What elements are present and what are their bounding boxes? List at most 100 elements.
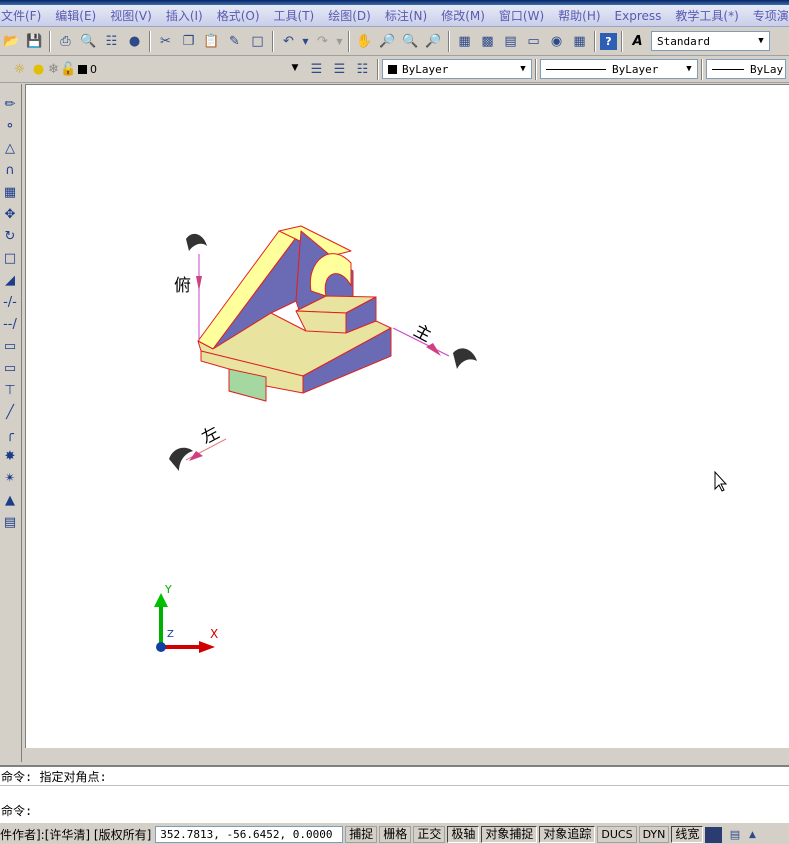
layer-select[interactable]: 0 ▼ xyxy=(90,59,303,79)
stretch-icon[interactable]: ◢ xyxy=(0,270,20,290)
sun-icon[interactable]: ● xyxy=(32,59,45,80)
properties-icon[interactable]: ▦ xyxy=(454,31,475,52)
menu-format[interactable]: 格式(O) xyxy=(210,6,267,26)
menu-special-demo[interactable]: 专项演示( xyxy=(746,6,789,26)
lock-icon[interactable]: 🔓 xyxy=(60,59,76,80)
layer-previous-icon[interactable]: ☷ xyxy=(352,59,373,80)
3d-dwf-icon[interactable]: ● xyxy=(124,31,145,52)
calculator-icon[interactable]: ▦ xyxy=(569,31,590,52)
tool-palettes-icon[interactable]: ▤ xyxy=(500,31,521,52)
ducs-toggle[interactable]: DUCS xyxy=(597,826,637,843)
chamfer-icon[interactable]: ╱ xyxy=(0,402,20,422)
undo-dropdown-icon[interactable]: ▼ xyxy=(301,31,310,52)
status-menu-icon[interactable]: ▲ xyxy=(747,825,757,844)
print-preview-icon[interactable]: 🔍 xyxy=(78,31,99,52)
zoom-window-icon[interactable]: 🔍 xyxy=(400,31,421,52)
drawing-canvas[interactable]: 俯 主 左 Y X Z xyxy=(25,84,789,748)
menu-express[interactable]: Express xyxy=(608,6,669,26)
redo-icon[interactable]: ↷ xyxy=(312,31,333,52)
copy-icon[interactable]: ❐ xyxy=(178,31,199,52)
modify-toolbar: ✏ ⚬ △ ∩ ▦ ✥ ↻ □ ◢ -/- --/ ▭ ▭ ⊤ ╱ ╭ ✸ ✴ … xyxy=(0,84,22,762)
menu-window[interactable]: 窗口(W) xyxy=(492,6,551,26)
color-select[interactable]: ByLayer ▼ xyxy=(382,59,532,79)
block-editor-icon[interactable]: □ xyxy=(247,31,268,52)
scale-icon[interactable]: □ xyxy=(0,248,20,268)
separator xyxy=(701,58,703,80)
explode-icon[interactable]: ✸ xyxy=(0,446,20,466)
help-icon[interactable]: ? xyxy=(600,32,617,50)
make-current-layer-icon[interactable]: ☰ xyxy=(306,59,327,80)
copy-object-icon[interactable]: ⚬ xyxy=(0,116,20,136)
offset-icon[interactable]: ∩ xyxy=(0,160,20,180)
otrack-toggle[interactable]: 对象追踪 xyxy=(539,826,596,843)
join-icon[interactable]: ⊤ xyxy=(0,380,20,400)
lineweight-toggle[interactable]: 线宽 xyxy=(671,826,704,843)
trim-icon[interactable]: -/- xyxy=(0,292,20,312)
rotate-icon[interactable]: ↻ xyxy=(0,226,20,246)
layer-manager-icon[interactable]: ☰ xyxy=(329,59,350,80)
light-bulb-icon[interactable]: ☼ xyxy=(9,59,30,80)
snap-toggle[interactable]: 捕捉 xyxy=(345,826,378,843)
text-style-icon[interactable]: A xyxy=(627,31,648,52)
cut-icon[interactable]: ✂ xyxy=(155,31,176,52)
freeze-vp-icon[interactable]: ❄ xyxy=(47,59,60,80)
sheet-set-icon[interactable]: ▭ xyxy=(523,31,544,52)
break-icon[interactable]: ▭ xyxy=(0,358,20,378)
stack-icon[interactable]: ▤ xyxy=(0,512,20,532)
explode-star-icon[interactable]: ✴ xyxy=(0,468,20,488)
menu-modify[interactable]: 修改(M) xyxy=(434,6,492,26)
extend-icon[interactable]: --/ xyxy=(0,314,20,334)
break-at-point-icon[interactable]: ▭ xyxy=(0,336,20,356)
match-properties-icon[interactable]: ✎ xyxy=(224,31,245,52)
save-icon[interactable]: 💾 xyxy=(24,31,45,52)
open-icon[interactable]: 📂 xyxy=(1,31,22,52)
zoom-realtime-icon[interactable]: 🔎 xyxy=(377,31,398,52)
fillet-icon[interactable]: ╭ xyxy=(0,424,20,444)
dyn-toggle[interactable]: DYN xyxy=(638,826,670,843)
paint-icon[interactable]: ▲ xyxy=(0,490,20,510)
lineweight-select[interactable]: ByLay xyxy=(706,59,786,79)
menu-help[interactable]: 帮助(H) xyxy=(551,6,607,26)
mouse-cursor-icon xyxy=(714,470,728,492)
grid-toggle[interactable]: 栅格 xyxy=(379,826,412,843)
text-style-select[interactable]: Standard ▼ xyxy=(651,31,770,51)
menu-draw[interactable]: 绘图(D) xyxy=(321,6,378,26)
command-window[interactable]: 命令: 指定对角点: 命令: xyxy=(0,765,789,823)
publish-icon[interactable]: ☷ xyxy=(101,31,122,52)
standard-toolbar: 📂 💾 ⎙ 🔍 ☷ ● ✂ ❐ 📋 ✎ □ ↶ ▼ ↷ ▼ ✋ 🔎 🔍 🔎 ▦ … xyxy=(0,27,789,56)
linetype-select[interactable]: ByLayer ▼ xyxy=(540,59,698,79)
zoom-previous-icon[interactable]: 🔎 xyxy=(423,31,444,52)
chevron-down-icon[interactable]: ▼ xyxy=(681,60,697,78)
tray-settings-icon[interactable]: ▤ xyxy=(724,825,745,844)
array-icon[interactable]: ▦ xyxy=(0,182,20,202)
lineweight-value: ByLay xyxy=(750,62,784,76)
command-input-line[interactable]: 命令: xyxy=(0,802,789,820)
mirror-icon[interactable]: △ xyxy=(0,138,20,158)
model-space-icon[interactable] xyxy=(705,826,723,843)
markup-icon[interactable]: ◉ xyxy=(546,31,567,52)
menu-edit[interactable]: 编辑(E) xyxy=(48,6,103,26)
move-icon[interactable]: ✥ xyxy=(0,204,20,224)
ortho-toggle[interactable]: 正交 xyxy=(413,826,446,843)
menu-view[interactable]: 视图(V) xyxy=(103,6,159,26)
menu-insert[interactable]: 插入(I) xyxy=(159,6,210,26)
chevron-down-icon[interactable]: ▼ xyxy=(753,32,769,50)
chevron-down-icon[interactable]: ▼ xyxy=(287,59,303,77)
pan-icon[interactable]: ✋ xyxy=(354,31,375,52)
menu-tools[interactable]: 工具(T) xyxy=(267,6,322,26)
chevron-down-icon[interactable]: ▼ xyxy=(515,60,531,78)
coordinate-readout[interactable]: 352.7813, -56.6452, 0.0000 xyxy=(155,826,344,843)
menu-file[interactable]: 文件(F) xyxy=(0,6,48,26)
paste-icon[interactable]: 📋 xyxy=(201,31,222,52)
undo-icon[interactable]: ↶ xyxy=(278,31,299,52)
design-center-icon[interactable]: ▩ xyxy=(477,31,498,52)
redo-dropdown-icon[interactable]: ▼ xyxy=(335,31,344,52)
menu-dimension[interactable]: 标注(N) xyxy=(378,6,434,26)
polar-toggle[interactable]: 极轴 xyxy=(447,826,480,843)
front-view-indicator xyxy=(392,327,477,369)
erase-icon[interactable]: ✏ xyxy=(0,94,20,114)
eye-icon xyxy=(169,447,193,471)
print-icon[interactable]: ⎙ xyxy=(55,31,76,52)
osnap-toggle[interactable]: 对象捕捉 xyxy=(481,826,538,843)
menu-teaching-tools[interactable]: 教学工具(*) xyxy=(668,6,745,26)
